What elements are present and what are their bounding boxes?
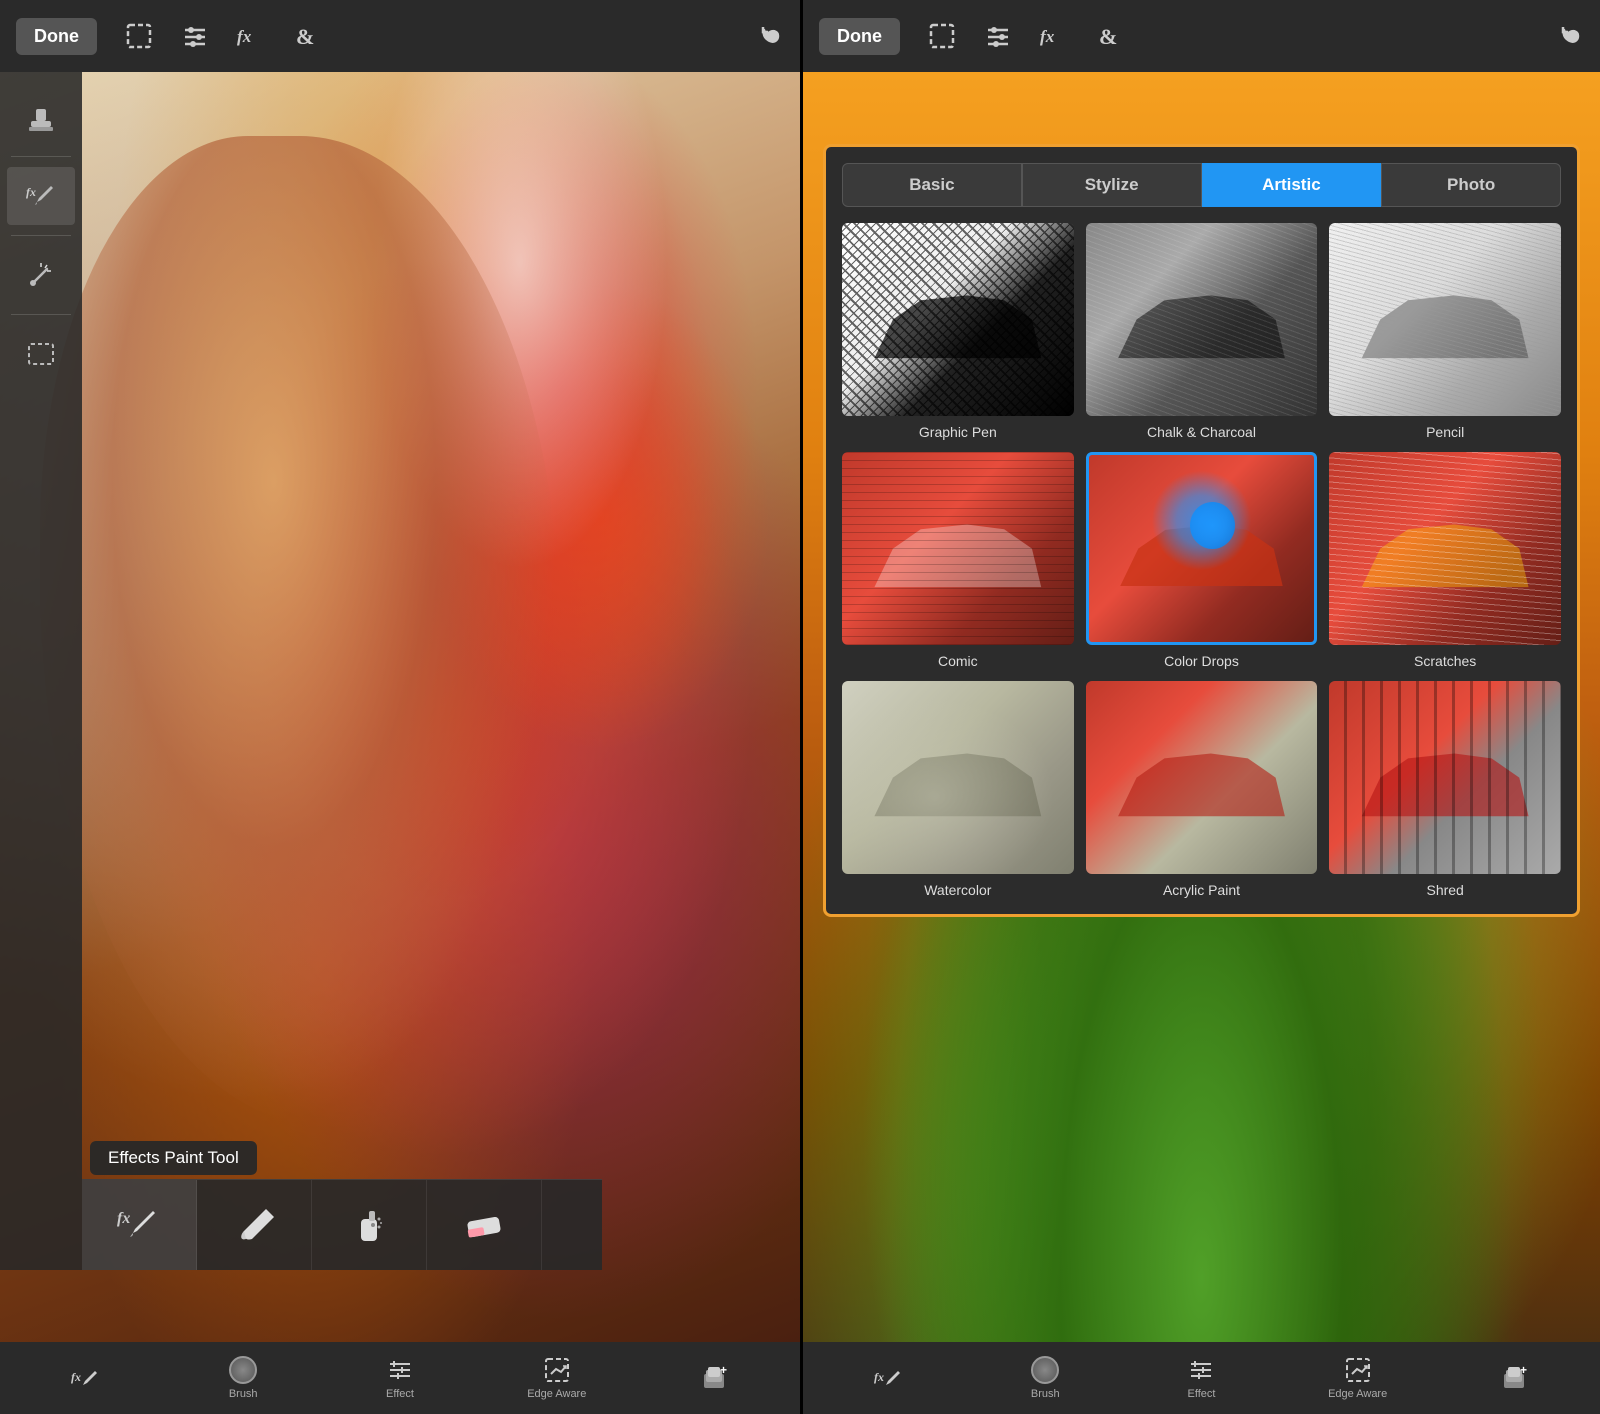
right-effect-bottom[interactable]: Effect: [1166, 1356, 1236, 1400]
right-edge-aware-label: Edge Aware: [1328, 1388, 1387, 1400]
right-selection-icon[interactable]: [928, 22, 956, 50]
magic-wand-btn[interactable]: [7, 246, 75, 304]
filter-label-graphic-pen: Graphic Pen: [919, 424, 997, 440]
right-fx-paint-bottom[interactable]: fx: [854, 1363, 924, 1393]
adjust-icon[interactable]: [181, 22, 209, 50]
filter-thumb-color-drops: [1086, 452, 1318, 645]
right-done-button[interactable]: Done: [819, 18, 900, 55]
right-edge-aware-bottom[interactable]: Edge Aware: [1323, 1356, 1393, 1400]
stamp-tool-btn[interactable]: [7, 88, 75, 146]
effect-label: Effect: [386, 1388, 414, 1400]
filter-label-comic: Comic: [938, 653, 978, 669]
layers-bottom[interactable]: +: [679, 1364, 749, 1392]
fx-brush-tool-btn[interactable]: fx: [7, 167, 75, 225]
filter-thumb-pencil: [1329, 223, 1561, 416]
brush-circle-icon: [229, 1356, 257, 1384]
right-effect-label: Effect: [1188, 1388, 1216, 1400]
svg-text:+: +: [1520, 1364, 1527, 1377]
brush-label: Brush: [229, 1388, 258, 1400]
svg-text:&: &: [1099, 24, 1117, 49]
effects-label: Effects Paint Tool: [90, 1141, 257, 1175]
filter-pencil[interactable]: Pencil: [1329, 223, 1561, 440]
right-brush-circle-icon: [1031, 1356, 1059, 1384]
tab-stylize[interactable]: Stylize: [1022, 163, 1202, 207]
right-fx-icon[interactable]: fx: [1040, 22, 1068, 50]
edge-aware-label: Edge Aware: [527, 1388, 586, 1400]
brush-bottom[interactable]: Brush: [208, 1356, 278, 1400]
left-panel: Done fx &: [0, 0, 800, 1414]
svg-text:&: &: [296, 24, 314, 49]
fx-brush-cell[interactable]: fx: [82, 1180, 197, 1270]
left-done-button[interactable]: Done: [16, 18, 97, 55]
filter-thumb-acrylic: [1086, 681, 1318, 874]
filter-thumb-watercolor: [842, 681, 1074, 874]
filter-acrylic-paint[interactable]: Acrylic Paint: [1086, 681, 1318, 898]
svg-text:fx: fx: [117, 1210, 130, 1227]
svg-text:fx: fx: [1040, 27, 1055, 46]
selection-rect-btn[interactable]: [7, 325, 75, 383]
right-bottom-toolbar: fx Brush Effect Edge: [803, 1342, 1600, 1414]
filter-label-chalk: Chalk & Charcoal: [1147, 424, 1256, 440]
right-toolbar: Done fx &: [803, 0, 1600, 72]
effects-paint-panel: Effects Paint Tool fx: [82, 1141, 602, 1270]
brush-cell[interactable]: [197, 1180, 312, 1270]
edge-aware-bottom[interactable]: Edge Aware: [522, 1356, 592, 1400]
effects-tools-row: fx: [82, 1179, 602, 1270]
svg-text:fx: fx: [71, 1370, 81, 1384]
right-adjust-icon[interactable]: [984, 22, 1012, 50]
tab-artistic[interactable]: Artistic: [1202, 163, 1382, 207]
right-panel: Done fx &: [800, 0, 1600, 1414]
filter-label-watercolor: Watercolor: [924, 882, 991, 898]
tab-photo[interactable]: Photo: [1381, 163, 1561, 207]
filter-label-scratches: Scratches: [1414, 653, 1476, 669]
filter-chalk-charcoal[interactable]: Chalk & Charcoal: [1086, 223, 1318, 440]
filter-color-drops[interactable]: Color Drops: [1086, 452, 1318, 669]
svg-text:+: +: [720, 1364, 727, 1377]
spray-cell[interactable]: [312, 1180, 427, 1270]
filter-shred[interactable]: Shred: [1329, 681, 1561, 898]
right-ampersand-icon[interactable]: &: [1096, 22, 1124, 50]
right-brush-label: Brush: [1031, 1388, 1060, 1400]
ampersand-icon[interactable]: &: [293, 22, 321, 50]
fx-paint-bottom[interactable]: fx: [51, 1363, 121, 1393]
filter-grid: Graphic Pen Chalk & Charcoal Pencil: [842, 223, 1561, 898]
filter-label-acrylic: Acrylic Paint: [1163, 882, 1240, 898]
left-canvas[interactable]: fx: [0, 72, 800, 1342]
svg-text:fx: fx: [26, 185, 36, 199]
left-toolbar: Done fx &: [0, 0, 800, 72]
filter-tabs: Basic Stylize Artistic Photo: [842, 163, 1561, 207]
effect-bottom[interactable]: Effect: [365, 1356, 435, 1400]
fx-icon[interactable]: fx: [237, 22, 265, 50]
filter-label-color-drops: Color Drops: [1164, 653, 1239, 669]
filter-comic[interactable]: Comic: [842, 452, 1074, 669]
filter-thumb-comic: [842, 452, 1074, 645]
filter-panel: Basic Stylize Artistic Photo: [823, 144, 1580, 917]
filter-label-pencil: Pencil: [1426, 424, 1464, 440]
filter-thumb-chalk: [1086, 223, 1318, 416]
right-brush-bottom[interactable]: Brush: [1010, 1356, 1080, 1400]
svg-text:fx: fx: [874, 1370, 884, 1384]
eraser-cell[interactable]: [427, 1180, 542, 1270]
filter-graphic-pen[interactable]: Graphic Pen: [842, 223, 1074, 440]
selection-icon[interactable]: [125, 22, 153, 50]
undo-icon[interactable]: [756, 22, 784, 50]
filter-label-shred: Shred: [1426, 882, 1463, 898]
right-canvas[interactable]: Basic Stylize Artistic Photo: [803, 72, 1600, 1342]
tab-basic[interactable]: Basic: [842, 163, 1022, 207]
filter-thumb-scratches: [1329, 452, 1561, 645]
right-layers-bottom[interactable]: +: [1479, 1364, 1549, 1392]
filter-watercolor[interactable]: Watercolor: [842, 681, 1074, 898]
filter-thumb-shred: [1329, 681, 1561, 874]
left-side-tools: fx: [0, 72, 82, 1270]
left-bottom-toolbar: fx Brush Effect Edge: [0, 1342, 800, 1414]
right-undo-icon[interactable]: [1556, 22, 1584, 50]
svg-text:fx: fx: [237, 27, 252, 46]
filter-scratches[interactable]: Scratches: [1329, 452, 1561, 669]
filter-thumb-graphic-pen: [842, 223, 1074, 416]
